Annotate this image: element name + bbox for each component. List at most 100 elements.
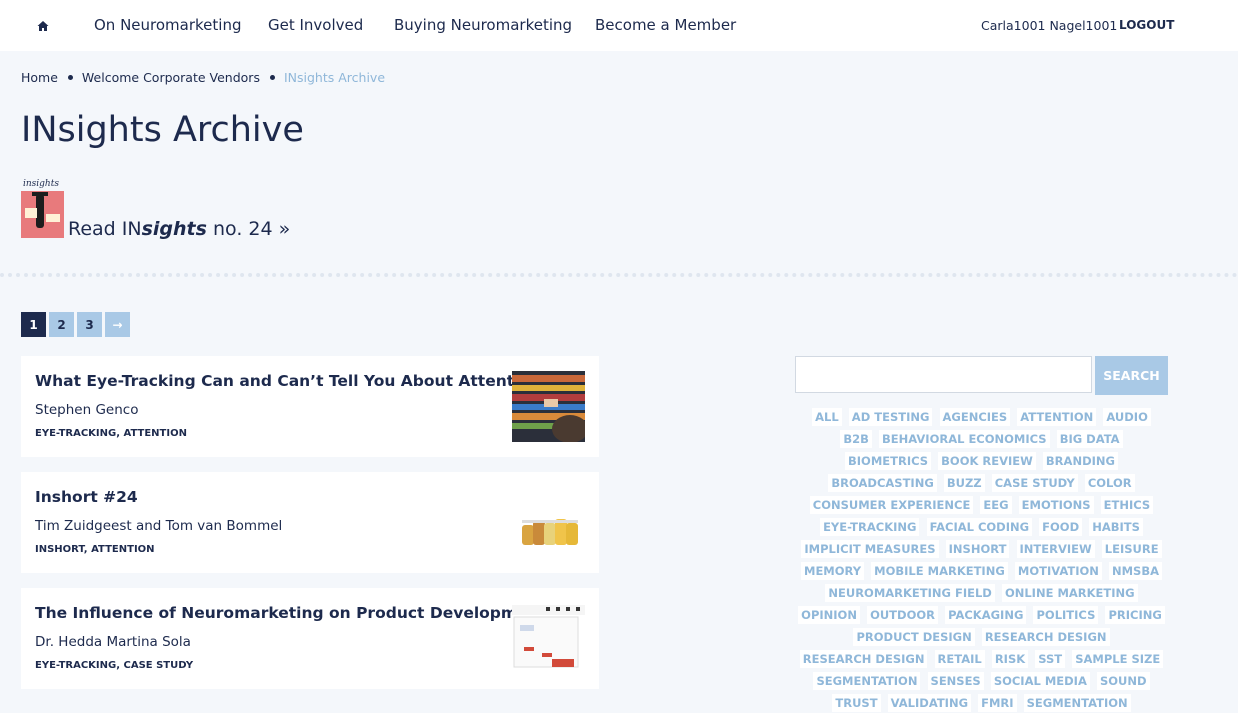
tag-mobile-marketing[interactable]: MOBILE MARKETING: [871, 562, 1008, 580]
post-tags[interactable]: INSHORT, ATTENTION: [35, 544, 155, 555]
tag-eye-tracking[interactable]: EYE-TRACKING: [820, 518, 920, 536]
post-author: Dr. Hedda Martina Sola: [35, 634, 191, 650]
tag-risk[interactable]: RISK: [991, 650, 1029, 668]
cover-text-box: [25, 208, 37, 218]
tag-packaging[interactable]: PACKAGING: [945, 606, 1027, 624]
read-link-suffix: no. 24 »: [206, 218, 291, 240]
post-title[interactable]: What Eye-Tracking Can and Can’t Tell You…: [35, 372, 541, 390]
tag-sample-size[interactable]: SAMPLE SIZE: [1072, 650, 1164, 668]
tag-book-review[interactable]: BOOK REVIEW: [938, 452, 1036, 470]
tag-all[interactable]: ALL: [812, 408, 842, 426]
tag-audio[interactable]: AUDIO: [1103, 408, 1151, 426]
search-input[interactable]: [795, 356, 1092, 393]
tag-online-marketing[interactable]: ONLINE MARKETING: [1001, 584, 1138, 602]
page-2-button[interactable]: 2: [49, 312, 74, 337]
pagination: 1 2 3 →: [21, 312, 133, 337]
breadcrumb-separator: [269, 75, 275, 80]
read-insights-link[interactable]: Read INsights no. 24 »: [68, 218, 290, 240]
tag-senses[interactable]: SENSES: [927, 672, 984, 690]
post-author: Tim Zuidgeest and Tom van Bommel: [35, 518, 283, 534]
post-title[interactable]: The Influence of Neuromarketing on Produ…: [35, 604, 546, 622]
tag-ad-testing[interactable]: AD TESTING: [848, 408, 933, 426]
tag-agencies[interactable]: AGENCIES: [939, 408, 1011, 426]
post-tags[interactable]: EYE-TRACKING, CASE STUDY: [35, 660, 193, 671]
tag-food[interactable]: FOOD: [1039, 518, 1083, 536]
tag-inshort[interactable]: INSHORT: [945, 540, 1010, 558]
breadcrumb-separator: [67, 75, 73, 80]
post-author: Stephen Genco: [35, 402, 139, 418]
tag-eeg[interactable]: EEG: [980, 496, 1012, 514]
tag-case-study[interactable]: CASE STUDY: [991, 474, 1078, 492]
tag-branding[interactable]: BRANDING: [1042, 452, 1118, 470]
tag-broadcasting[interactable]: BROADCASTING: [828, 474, 937, 492]
page-3-button[interactable]: 3: [77, 312, 102, 337]
cover-text-box: [46, 214, 60, 222]
tag-consumer-experience[interactable]: CONSUMER EXPERIENCE: [809, 496, 974, 514]
tag-outdoor[interactable]: OUTDOOR: [867, 606, 938, 624]
breadcrumb-home[interactable]: Home: [21, 70, 58, 85]
post-card[interactable]: What Eye-Tracking Can and Can’t Tell You…: [21, 356, 599, 457]
tag-pricing[interactable]: PRICING: [1105, 606, 1165, 624]
cover-figure: [36, 194, 44, 228]
page-1-button[interactable]: 1: [21, 312, 46, 337]
tag-leisure[interactable]: LEISURE: [1101, 540, 1162, 558]
home-icon[interactable]: [36, 19, 50, 33]
search-button[interactable]: SEARCH: [1095, 356, 1168, 395]
tag-cloud: ALL AD TESTING AGENCIES ATTENTION AUDIO …: [795, 405, 1168, 713]
tag-fmri[interactable]: FMRI: [978, 694, 1017, 712]
tag-segmentation[interactable]: SEGMENTATION: [1023, 694, 1131, 712]
tag-opinion[interactable]: OPINION: [798, 606, 860, 624]
tag-neuromarketing-field[interactable]: NEUROMARKETING FIELD: [825, 584, 995, 602]
tag-retail[interactable]: RETAIL: [934, 650, 985, 668]
tag-product-design[interactable]: PRODUCT DESIGN: [853, 628, 975, 646]
read-link-prefix: Read IN: [68, 218, 142, 240]
tag-memory[interactable]: MEMORY: [801, 562, 865, 580]
tag-facial-coding[interactable]: FACIAL CODING: [926, 518, 1033, 536]
tag-habits[interactable]: HABITS: [1089, 518, 1143, 536]
cover-title: insights: [23, 179, 59, 189]
breadcrumb-welcome-corporate-vendors[interactable]: Welcome Corporate Vendors: [82, 70, 260, 85]
breadcrumb: Home Welcome Corporate Vendors INsights …: [21, 70, 385, 85]
tag-attention[interactable]: ATTENTION: [1017, 408, 1097, 426]
tag-implicit-measures[interactable]: IMPLICIT MEASURES: [801, 540, 939, 558]
post-card[interactable]: The Influence of Neuromarketing on Produ…: [21, 588, 599, 689]
tag-emotions[interactable]: EMOTIONS: [1018, 496, 1094, 514]
post-thumbnail[interactable]: [512, 603, 585, 674]
breadcrumb-current: INsights Archive: [283, 70, 386, 85]
top-nav-bar: On Neuromarketing Get Involved Buying Ne…: [0, 0, 1238, 51]
tag-nmsba[interactable]: NMSBA: [1108, 562, 1162, 580]
post-card[interactable]: Inshort #24 Tim Zuidgeest and Tom van Bo…: [21, 472, 599, 573]
nav-become-a-member[interactable]: Become a Member: [595, 16, 736, 34]
tag-biometrics[interactable]: BIOMETRICS: [845, 452, 932, 470]
user-name[interactable]: Carla1001 Nagel1001: [981, 18, 1117, 33]
nav-buying-neuromarketing[interactable]: Buying Neuromarketing: [394, 16, 572, 34]
tag-ethics[interactable]: ETHICS: [1100, 496, 1154, 514]
tag-validating[interactable]: VALIDATING: [887, 694, 972, 712]
tag-interview[interactable]: INTERVIEW: [1016, 540, 1095, 558]
tag-buzz[interactable]: BUZZ: [943, 474, 985, 492]
tag-color[interactable]: COLOR: [1084, 474, 1135, 492]
post-tags[interactable]: EYE-TRACKING, ATTENTION: [35, 428, 187, 439]
read-link-emphasis: sights: [141, 218, 207, 240]
page-title: INsights Archive: [21, 110, 304, 150]
nav-on-neuromarketing[interactable]: On Neuromarketing: [94, 16, 241, 34]
tag-sound[interactable]: SOUND: [1096, 672, 1150, 690]
next-page-arrow-icon[interactable]: →: [105, 312, 130, 337]
tag-sst[interactable]: SST: [1035, 650, 1066, 668]
tag-big-data[interactable]: BIG DATA: [1056, 430, 1123, 448]
post-thumbnail[interactable]: [512, 487, 585, 558]
tag-segmentation[interactable]: SEGMENTATION: [813, 672, 921, 690]
tag-research-design[interactable]: RESEARCH DESIGN: [981, 628, 1110, 646]
tag-research-design[interactable]: RESEARCH DESIGN: [799, 650, 928, 668]
logout-link[interactable]: LOGOUT: [1119, 18, 1174, 32]
tag-b2b[interactable]: B2B: [840, 430, 872, 448]
tag-social-media[interactable]: SOCIAL MEDIA: [990, 672, 1090, 690]
tag-trust[interactable]: TRUST: [832, 694, 881, 712]
insights-cover-image[interactable]: insights: [21, 178, 64, 238]
tag-behavioral-economics[interactable]: BEHAVIORAL ECONOMICS: [879, 430, 1050, 448]
tag-motivation[interactable]: MOTIVATION: [1014, 562, 1102, 580]
post-thumbnail[interactable]: [512, 371, 585, 442]
post-title[interactable]: Inshort #24: [35, 488, 138, 506]
nav-get-involved[interactable]: Get Involved: [268, 16, 363, 34]
tag-politics[interactable]: POLITICS: [1033, 606, 1099, 624]
